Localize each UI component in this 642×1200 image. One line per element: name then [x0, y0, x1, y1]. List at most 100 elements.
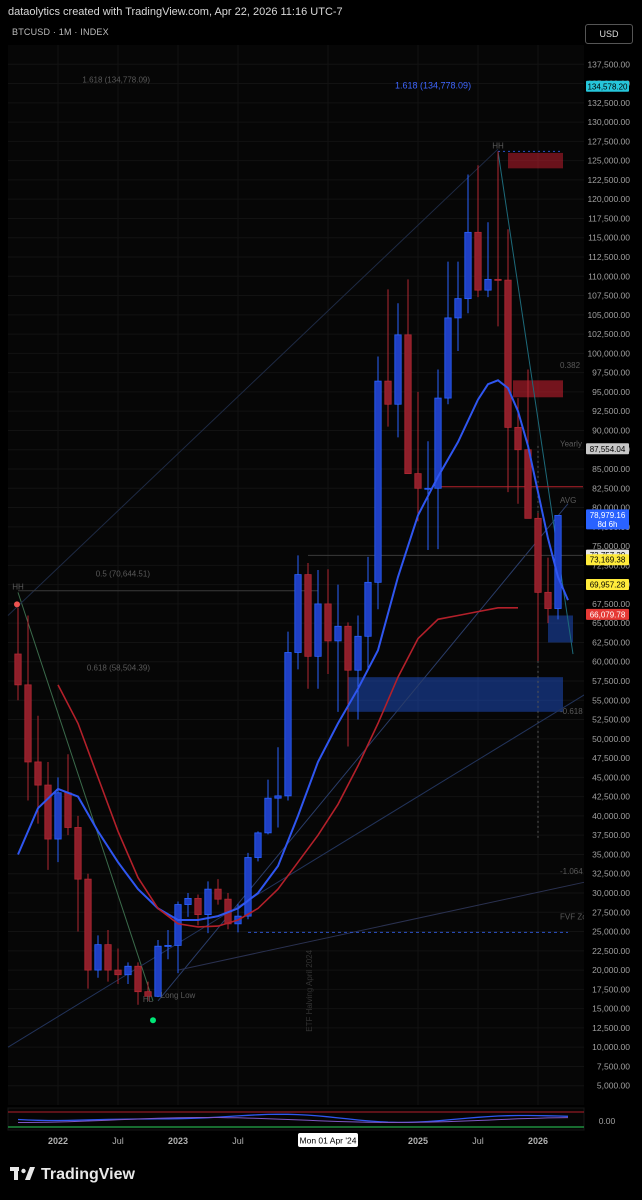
- x-tick-label: 2025: [408, 1136, 428, 1146]
- candle-body: [454, 298, 462, 319]
- y-tick-label: 47,500.00: [592, 753, 630, 763]
- y-tick-label: 37,500.00: [592, 830, 630, 840]
- y-tick-label: 117,500.00: [588, 213, 630, 223]
- candle-body: [164, 945, 172, 947]
- candle-body: [264, 797, 272, 834]
- y-tick-label: 125,000.00: [587, 156, 630, 166]
- candle: [244, 852, 252, 920]
- candle-body: [334, 625, 342, 642]
- candle-body: [54, 792, 62, 840]
- candle: [254, 831, 262, 862]
- price-tag-label: 73,169.38: [590, 556, 626, 565]
- rotated-annotation: ETF Halving April 2024: [305, 949, 314, 1031]
- y-tick-label: 12,500.00: [592, 1023, 630, 1033]
- red-dot-marker: [14, 601, 20, 608]
- candle-body: [114, 969, 122, 976]
- candle-body: [364, 581, 372, 637]
- candle-body: [384, 380, 392, 405]
- oscillator-panel: 0.00: [7, 1107, 616, 1131]
- candle-body: [474, 231, 482, 291]
- candle-body: [324, 603, 332, 642]
- y-tick-label: 50,000.00: [592, 734, 630, 744]
- price-tag-label: 87,554.04: [590, 445, 626, 454]
- candle-body: [44, 784, 52, 840]
- y-tick-label: 52,500.00: [592, 715, 630, 725]
- y-tick-label: 137,500.00: [587, 59, 630, 69]
- x-tick-label: 2022: [48, 1136, 68, 1146]
- candle-body: [134, 965, 142, 993]
- candle-body: [514, 426, 522, 451]
- y-tick-label: 97,500.00: [592, 368, 630, 378]
- candle: [154, 940, 162, 998]
- candle-body: [404, 334, 412, 475]
- y-tick-label: 40,000.00: [592, 811, 630, 821]
- y-tick-label: 115,000.00: [588, 233, 630, 243]
- symbol-label[interactable]: BTCUSD · 1M · INDEX: [12, 27, 109, 37]
- candle-body: [74, 827, 82, 880]
- candle-body: [414, 473, 422, 489]
- level-label: HH: [492, 141, 504, 150]
- x-tick-label: Jul: [232, 1136, 244, 1146]
- price-tag-label: 66,079.78: [590, 610, 626, 619]
- x-tick-label: 2026: [528, 1136, 548, 1146]
- candle-body: [104, 944, 112, 971]
- y-tick-label: 15,000.00: [592, 1004, 630, 1014]
- price-tag-label: 78,979.16: [590, 511, 626, 520]
- y-tick-label: 82,500.00: [592, 483, 630, 493]
- y-tick-label: 32,500.00: [592, 869, 630, 879]
- candle: [284, 631, 292, 801]
- x-axis: 2022 Jul 2023 Jul Mon 01 Apr '24 2025 Jul 2026: [48, 1133, 548, 1147]
- currency-selector[interactable]: USD: [585, 24, 633, 44]
- price-tag-sub: 8d 6h: [597, 520, 617, 529]
- y-tick-label: 27,500.00: [592, 907, 630, 917]
- y-tick-label: 85,000.00: [592, 464, 630, 474]
- y-tick-label: 7,500.00: [597, 1061, 630, 1071]
- candle-body: [354, 635, 362, 671]
- candle-body: [464, 231, 472, 300]
- candle-body: [544, 591, 552, 609]
- candle-body: [254, 832, 262, 858]
- candle-body: [24, 684, 32, 763]
- candle-body: [204, 888, 212, 915]
- zone-rect: [508, 152, 563, 169]
- y-tick-label: 20,000.00: [592, 965, 630, 975]
- fib-1618-label: 1.618 (134,778.09): [395, 80, 471, 90]
- y-tick-label: 132,500.00: [587, 98, 630, 108]
- x-tick-label: Jul: [112, 1136, 124, 1146]
- candle-body: [504, 279, 512, 428]
- y-tick-label: 107,500.00: [587, 291, 630, 301]
- y-tick-label: 127,500.00: [587, 136, 630, 146]
- y-tick-label: 90,000.00: [592, 425, 630, 435]
- y-tick-label: 102,500.00: [587, 329, 630, 339]
- y-tick-label: 120,000.00: [587, 194, 630, 204]
- candle-body: [394, 334, 402, 405]
- level-label: HH: [12, 582, 24, 591]
- candle-body: [184, 897, 192, 905]
- level-label: 0.618 (58,504.39): [87, 663, 150, 672]
- x-tick-label: 2023: [168, 1136, 188, 1146]
- price-chart[interactable]: 1.618 (134,778.09)0.382Yearly OpenAVG0.5…: [0, 0, 642, 1200]
- y-tick-label: 67,500.00: [592, 599, 630, 609]
- candle-body: [494, 278, 502, 281]
- candle-body: [424, 487, 432, 490]
- y-tick-label: 22,500.00: [592, 946, 630, 956]
- candle-body: [214, 888, 222, 900]
- candle-body: [444, 317, 452, 399]
- price-tag-label: 134,578.20: [587, 82, 628, 91]
- candle-body: [284, 652, 292, 797]
- tradingview-brand[interactable]: TradingView: [10, 1166, 135, 1184]
- y-tick-label: 92,500.00: [592, 406, 630, 416]
- candle-body: [194, 897, 202, 915]
- y-tick-label: 122,500.00: [587, 175, 630, 185]
- y-tick-label: 5,000.00: [597, 1081, 630, 1091]
- x-tick-label-highlight: Mon 01 Apr '24: [300, 1136, 357, 1146]
- candle-body: [174, 904, 182, 946]
- y-tick-label: 105,000.00: [587, 310, 630, 320]
- candle-body: [14, 653, 22, 686]
- y-tick-label: 17,500.00: [592, 984, 630, 994]
- y-tick-label: 55,000.00: [592, 695, 630, 705]
- candle-body: [34, 761, 42, 786]
- level-label: 1.618 (134,778.09): [82, 75, 150, 84]
- y-tick-label: 100,000.00: [587, 348, 630, 358]
- level-label: AVG: [560, 496, 576, 505]
